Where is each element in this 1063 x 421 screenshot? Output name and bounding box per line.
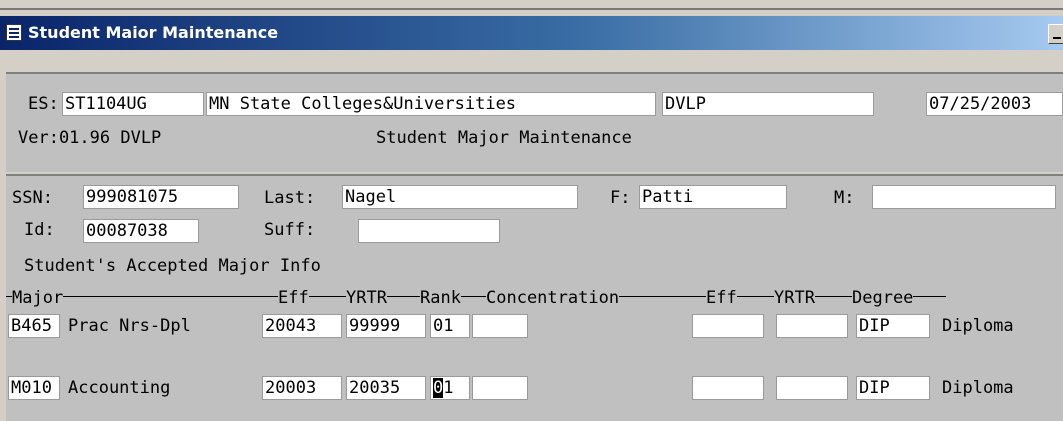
col-conc-yrtr: YRTR [774, 288, 815, 308]
first-name-label: F: [610, 188, 631, 208]
major-yrtr-field[interactable]: 99999 [346, 314, 426, 338]
screen-title: Student Major Maintenance [376, 128, 632, 148]
minimize-button[interactable] [1048, 24, 1063, 44]
middle-name-field[interactable] [872, 185, 1056, 209]
concentration-field[interactable] [472, 376, 528, 400]
last-name-field[interactable]: Nagel [342, 185, 578, 209]
degree-description: Diploma [942, 378, 1014, 398]
section-title: Student's Accepted Major Info [24, 256, 321, 276]
ssn-field[interactable]: 999081075 [83, 185, 239, 209]
title-gap [0, 50, 1063, 72]
suffix-field[interactable] [358, 219, 500, 243]
top-edge-line [0, 8, 1063, 10]
window-title: Student Maior Maintenance [28, 23, 279, 42]
first-name-field[interactable]: Patti [639, 185, 787, 209]
degree-description: Diploma [942, 316, 1014, 336]
suffix-label: Suff: [264, 220, 316, 240]
es-field[interactable]: ST1104UG [62, 92, 204, 116]
date-field[interactable]: 07/25/2003 [926, 92, 1063, 116]
rank-field[interactable]: 01 [430, 376, 470, 400]
header-panel: ES: ST1104UG MN State Colleges&Universit… [6, 72, 1063, 172]
rank-field[interactable]: 01 [430, 314, 470, 338]
major-yrtr-field[interactable]: 20035 [346, 376, 426, 400]
concentration-eff-field[interactable] [692, 314, 764, 338]
student-panel: SSN: 999081075 Last: Nagel F: Patti M: I… [6, 174, 1063, 421]
concentration-yrtr-field[interactable] [776, 314, 848, 338]
version-label: Ver:01.96 DVLP [18, 128, 162, 148]
col-conc-eff: Eff [706, 288, 737, 308]
major-eff-field[interactable]: 20003 [262, 376, 342, 400]
id-field[interactable]: 00087038 [83, 219, 199, 243]
institution-field[interactable]: MN State Colleges&Universities [206, 92, 656, 116]
text-cursor: 0 [433, 378, 444, 398]
col-degree: Degree [852, 288, 914, 308]
degree-field[interactable]: DIP [856, 376, 930, 400]
concentration-yrtr-field[interactable] [776, 376, 848, 400]
col-rank: Rank [420, 288, 461, 308]
col-major: Major [12, 288, 64, 308]
last-name-label: Last: [264, 188, 316, 208]
concentration-eff-field[interactable] [692, 376, 764, 400]
major-code-field[interactable]: M010 [8, 376, 60, 400]
rank-value-rest: 1 [443, 378, 454, 398]
degree-field[interactable]: DIP [856, 314, 930, 338]
app-window-icon[interactable] [6, 24, 22, 41]
title-bar[interactable]: Student Maior Maintenance [0, 16, 1063, 50]
major-eff-field[interactable]: 20043 [262, 314, 342, 338]
window-top-edge [0, 0, 1063, 14]
environment-field[interactable]: DVLP [662, 92, 874, 116]
ssn-label: SSN: [12, 188, 53, 208]
major-description: Accounting [68, 378, 171, 398]
middle-name-label: M: [834, 188, 855, 208]
col-yrtr: YRTR [346, 288, 387, 308]
es-label: ES: [28, 94, 59, 114]
concentration-field[interactable] [472, 314, 528, 338]
major-description: Prac Nrs-Dpl [68, 316, 191, 336]
col-eff: Eff [278, 288, 309, 308]
major-code-field[interactable]: B465 [8, 314, 60, 338]
col-concentration: Concentration [486, 288, 620, 308]
id-label: Id: [24, 220, 55, 240]
